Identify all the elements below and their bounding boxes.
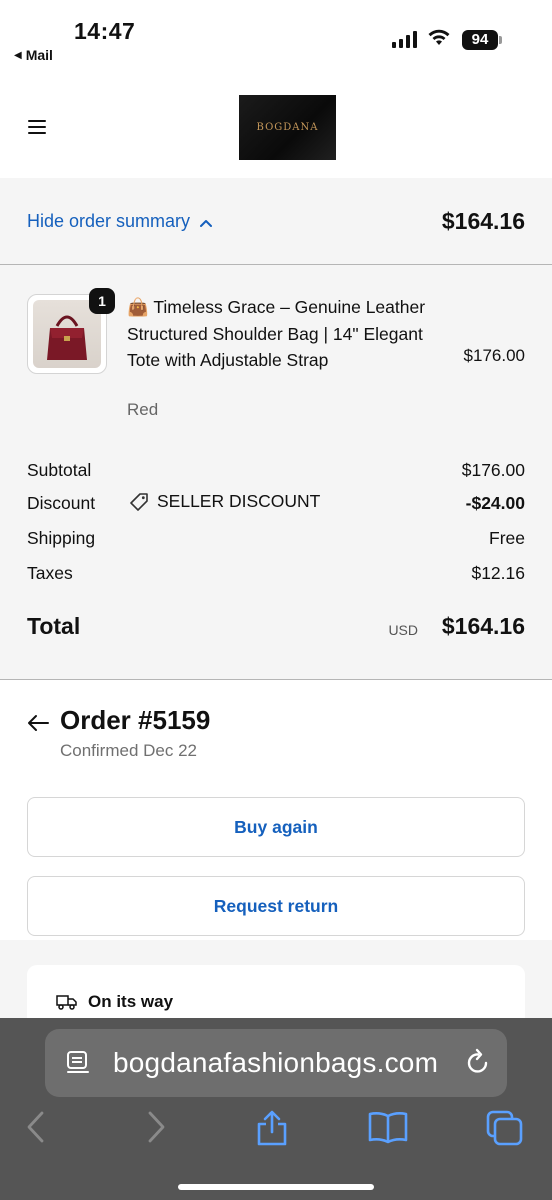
summary-total: $164.16	[441, 208, 525, 234]
buy-again-button[interactable]: Buy again	[27, 797, 525, 857]
store-logo[interactable]: BOGDANA	[239, 95, 336, 160]
cellular-signal-icon	[392, 30, 417, 48]
chevron-up-icon	[200, 219, 213, 227]
quantity-badge: 1	[89, 288, 115, 314]
browser-toolbar: bogdanafashionbags.com	[0, 1018, 552, 1200]
hide-order-summary-link[interactable]: Hide order summary	[27, 211, 213, 232]
subtotal-label: Subtotal	[27, 460, 92, 480]
back-icon[interactable]	[24, 1110, 48, 1144]
toggle-label: Hide order summary	[27, 211, 191, 231]
request-return-button[interactable]: Request return	[27, 876, 525, 936]
home-indicator	[178, 1184, 374, 1190]
order-header: Order #5159 Confirmed Dec 22	[27, 705, 525, 765]
shipment-status-label: On its way	[88, 992, 174, 1011]
shipment-status: On its way	[54, 992, 173, 1012]
total-label: Total	[27, 613, 81, 639]
store-header: BOGDANA	[0, 80, 552, 178]
total-value: $164.16	[441, 613, 525, 639]
reload-icon[interactable]	[465, 1048, 491, 1076]
page-settings-icon[interactable]	[65, 1050, 91, 1076]
shipping-value: Free	[489, 528, 525, 548]
discount-value: -$24.00	[465, 493, 525, 513]
bookmarks-icon[interactable]	[368, 1110, 408, 1144]
shipping-label: Shipping	[27, 528, 96, 548]
battery-icon: 94	[462, 30, 498, 50]
product-variant: Red	[127, 400, 159, 419]
order-title: Order #5159	[60, 705, 211, 735]
wifi-icon	[428, 29, 450, 45]
taxes-label: Taxes	[27, 563, 73, 583]
order-confirmed-date: Confirmed Dec 22	[60, 741, 198, 760]
menu-icon[interactable]	[28, 120, 46, 134]
share-icon[interactable]	[255, 1110, 289, 1146]
back-to-app-link[interactable]: ◀ Mail	[14, 47, 53, 63]
back-triangle-icon: ◀	[14, 49, 22, 61]
order-summary: Hide order summary $164.16 1 👜 Timeless …	[0, 178, 552, 680]
product-price: $176.00	[463, 346, 525, 365]
discount-code-label: SELLER DISCOUNT	[157, 491, 321, 511]
battery-tip	[499, 36, 502, 44]
status-time: 14:47	[74, 18, 136, 44]
address-bar[interactable]: bogdanafashionbags.com	[45, 1029, 507, 1097]
url-text: bogdanafashionbags.com	[113, 1047, 439, 1078]
tabs-icon[interactable]	[486, 1110, 524, 1146]
line-item: 1 👜 Timeless Grace – Genuine Leather Str…	[27, 288, 525, 424]
back-app-label: Mail	[25, 47, 53, 63]
total-currency: USD	[388, 622, 418, 638]
order-summary-toggle-row: Hide order summary $164.16	[0, 178, 552, 265]
product-title: 👜 Timeless Grace – Genuine Leather Struc…	[127, 297, 426, 370]
logo-text: BOGDANA	[256, 122, 319, 133]
delivery-truck-icon	[56, 995, 77, 1010]
divider	[0, 679, 552, 680]
tag-icon	[130, 492, 148, 511]
discount-label: Discount	[27, 493, 96, 513]
taxes-value: $12.16	[471, 563, 525, 583]
forward-icon[interactable]	[144, 1110, 168, 1144]
discount-code: SELLER DISCOUNT	[129, 491, 320, 512]
arrow-left-icon[interactable]	[27, 714, 49, 732]
status-bar: 14:47 ◀ Mail 94	[0, 0, 552, 80]
subtotal-value: $176.00	[461, 460, 525, 480]
